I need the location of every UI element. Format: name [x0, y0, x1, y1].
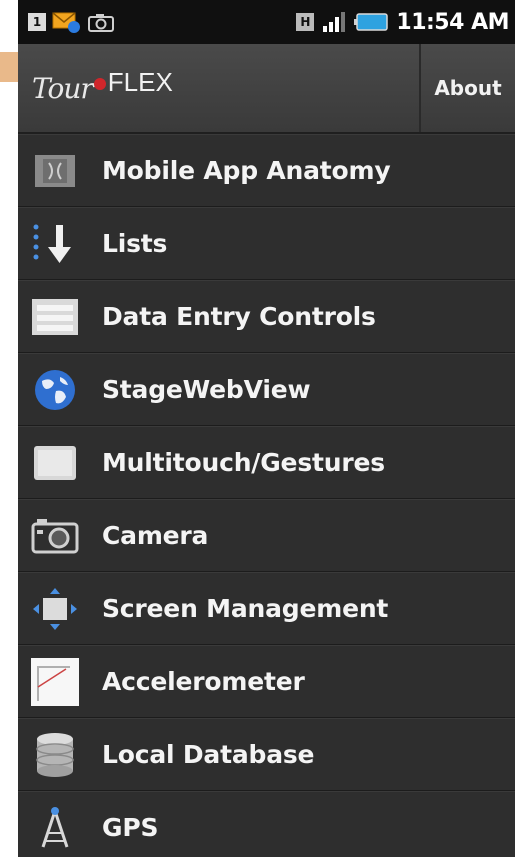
list-item-mobile-app-anatomy[interactable]: Mobile App Anatomy	[18, 134, 515, 207]
antenna-icon	[30, 803, 80, 853]
list-item-data-entry-controls[interactable]: Data Entry Controls	[18, 280, 515, 353]
action-bar: Tour FLEX About	[18, 44, 515, 134]
list-item-local-database[interactable]: Local Database	[18, 718, 515, 791]
camera-notification-icon	[88, 14, 114, 32]
email-notification-icon	[52, 12, 80, 33]
camera-icon	[30, 511, 80, 561]
logo-text: FLEX	[107, 66, 173, 97]
form-icon	[30, 292, 80, 342]
list-item-label: Lists	[102, 229, 168, 258]
touchpad-icon	[30, 438, 80, 488]
notification-badge: 1	[28, 13, 46, 31]
list-item-camera[interactable]: Camera	[18, 499, 515, 572]
status-bar: 1 H 11:54 AM	[18, 0, 515, 44]
list-item-gps[interactable]: GPS	[18, 791, 515, 857]
battery-icon	[354, 13, 389, 31]
list-item-label: Local Database	[102, 740, 315, 769]
database-icon	[30, 730, 80, 780]
screen-icon	[30, 584, 80, 634]
list-item-screen-management[interactable]: Screen Management	[18, 572, 515, 645]
about-button[interactable]: About	[419, 44, 515, 132]
corner-accent	[0, 52, 20, 82]
list-item-label: Data Entry Controls	[102, 302, 376, 331]
list-item-label: GPS	[102, 813, 159, 842]
app-logo: Tour FLEX	[18, 44, 419, 132]
list-item-accelerometer[interactable]: Accelerometer	[18, 645, 515, 718]
list-item-label: Multitouch/Gestures	[102, 448, 385, 477]
list-item-label: Screen Management	[102, 594, 389, 623]
list-item-label: StageWebView	[102, 375, 311, 404]
phone-screen: 1 H 11:54 AM Tour FLEX About Mobile App …	[18, 0, 515, 857]
list-item-stagewebview[interactable]: StageWebView	[18, 353, 515, 426]
list-item-label: Mobile App Anatomy	[102, 156, 391, 185]
feature-list: Mobile App Anatomy Lists Data Entry Cont…	[18, 134, 515, 857]
signal-icon	[323, 12, 346, 32]
list-item-lists[interactable]: Lists	[18, 207, 515, 280]
list-item-label: Accelerometer	[102, 667, 305, 696]
logo-script: Tour	[32, 71, 94, 105]
chart-icon	[30, 657, 80, 707]
anatomy-icon	[30, 146, 80, 196]
network-type-icon: H	[296, 13, 315, 31]
list-item-label: Camera	[102, 521, 209, 550]
list-arrow-icon	[30, 219, 80, 269]
list-item-multitouch-gestures[interactable]: Multitouch/Gestures	[18, 426, 515, 499]
clock: 11:54 AM	[396, 9, 509, 35]
logo-dot-icon	[93, 78, 106, 90]
globe-icon	[30, 365, 80, 415]
